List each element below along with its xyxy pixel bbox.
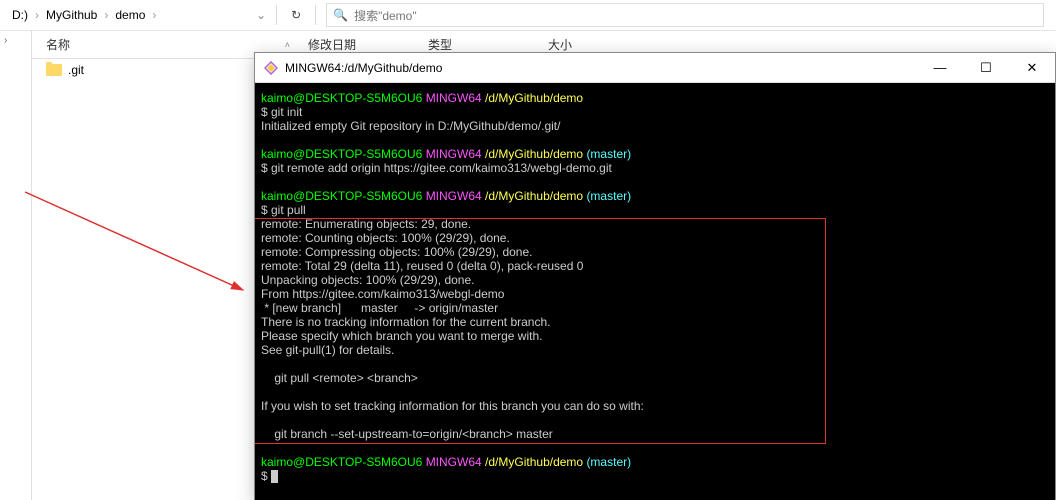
terminal-line: remote: Enumerating objects: 29, done. — [261, 217, 1049, 231]
terminal-line: git branch --set-upstream-to=origin/<bra… — [261, 427, 1049, 441]
prompt-branch: (master) — [586, 455, 631, 469]
divider — [276, 5, 277, 25]
refresh-button[interactable]: ↻ — [281, 8, 311, 22]
prompt-user: kaimo@DESKTOP-S5M6OU6 — [261, 147, 422, 161]
terminal-line: See git-pull(1) for details. — [261, 343, 1049, 357]
prompt-path: /d/MyGithub/demo — [485, 147, 583, 161]
terminal-line: Initialized empty Git repository in D:/M… — [261, 119, 1049, 133]
chevron-right-icon: › — [101, 8, 111, 22]
divider — [315, 5, 316, 25]
terminal-line: remote: Counting objects: 100% (29/29), … — [261, 231, 1049, 245]
search-input[interactable]: 🔍 搜索"demo" — [326, 3, 1044, 27]
folder-icon — [46, 64, 62, 76]
prompt-path: /d/MyGithub/demo — [485, 455, 583, 469]
dropdown-icon[interactable]: ⌄ — [250, 8, 272, 22]
prompt-user: kaimo@DESKTOP-S5M6OU6 — [261, 455, 422, 469]
terminal-app-icon — [263, 60, 279, 76]
terminal-line: $ git pull — [261, 203, 1049, 217]
terminal-window: MINGW64:/d/MyGithub/demo — ☐ ✕ kaimo@DES… — [254, 52, 1056, 500]
terminal-line: remote: Total 29 (delta 11), reused 0 (d… — [261, 259, 1049, 273]
prompt-user: kaimo@DESKTOP-S5M6OU6 — [261, 189, 422, 203]
prompt-user: kaimo@DESKTOP-S5M6OU6 — [261, 91, 422, 105]
terminal-line: If you wish to set tracking information … — [261, 399, 1049, 413]
terminal-line: * [new branch] master -> origin/master — [261, 301, 1049, 315]
chevron-right-icon: › — [149, 8, 159, 22]
file-name: .git — [68, 63, 84, 77]
close-button[interactable]: ✕ — [1009, 53, 1055, 83]
terminal-line: git pull <remote> <branch> — [261, 371, 1049, 385]
explorer-sidebar: › — [0, 31, 32, 500]
prompt-path: /d/MyGithub/demo — [485, 189, 583, 203]
terminal-line: $ — [261, 469, 271, 483]
prompt-env: MINGW64 — [426, 189, 482, 203]
column-size[interactable]: 大小 — [540, 36, 660, 53]
terminal-line — [261, 357, 1049, 371]
terminal-line: $ git init — [261, 105, 1049, 119]
terminal-line: remote: Compressing objects: 100% (29/29… — [261, 245, 1049, 259]
terminal-title: MINGW64:/d/MyGithub/demo — [285, 61, 442, 75]
breadcrumb-seg-1[interactable]: MyGithub — [42, 8, 101, 22]
column-name-label: 名称 — [46, 36, 70, 53]
window-controls: — ☐ ✕ — [917, 53, 1055, 83]
explorer-address-bar: D:) › MyGithub › demo › ⌄ ↻ 🔍 搜索"demo" — [0, 0, 1056, 31]
maximize-button[interactable]: ☐ — [963, 53, 1009, 83]
terminal-line — [261, 385, 1049, 399]
chevron-right-icon: › — [32, 8, 42, 22]
search-icon: 🔍 — [333, 8, 348, 22]
prompt-env: MINGW64 — [426, 455, 482, 469]
terminal-line: $ git remote add origin https://gitee.co… — [261, 161, 1049, 175]
sort-asc-icon: ˄ — [285, 40, 300, 50]
breadcrumb-seg-2[interactable]: demo — [111, 8, 149, 22]
expand-icon[interactable]: › — [4, 35, 7, 46]
column-date[interactable]: 修改日期 — [300, 36, 420, 53]
terminal-line: Please specify which branch you want to … — [261, 329, 1049, 343]
terminal-line — [261, 413, 1049, 427]
terminal-line: From https://gitee.com/kaimo313/webgl-de… — [261, 287, 1049, 301]
column-type[interactable]: 类型 — [420, 36, 540, 53]
terminal-titlebar[interactable]: MINGW64:/d/MyGithub/demo — ☐ ✕ — [255, 53, 1055, 83]
prompt-branch: (master) — [586, 189, 631, 203]
breadcrumb-seg-0[interactable]: D:) — [8, 8, 32, 22]
breadcrumb[interactable]: D:) › MyGithub › demo › — [8, 8, 248, 22]
annotation-arrow — [25, 192, 255, 307]
terminal-body[interactable]: kaimo@DESKTOP-S5M6OU6 MINGW64 /d/MyGithu… — [255, 83, 1055, 500]
prompt-env: MINGW64 — [426, 91, 482, 105]
minimize-button[interactable]: — — [917, 53, 963, 83]
column-name[interactable]: 名称 ˄ — [32, 36, 300, 53]
prompt-path: /d/MyGithub/demo — [485, 91, 583, 105]
cursor-icon — [271, 470, 278, 483]
search-placeholder: 搜索"demo" — [354, 7, 417, 24]
terminal-line: Unpacking objects: 100% (29/29), done. — [261, 273, 1049, 287]
prompt-env: MINGW64 — [426, 147, 482, 161]
terminal-line: There is no tracking information for the… — [261, 315, 1049, 329]
prompt-branch: (master) — [586, 147, 631, 161]
